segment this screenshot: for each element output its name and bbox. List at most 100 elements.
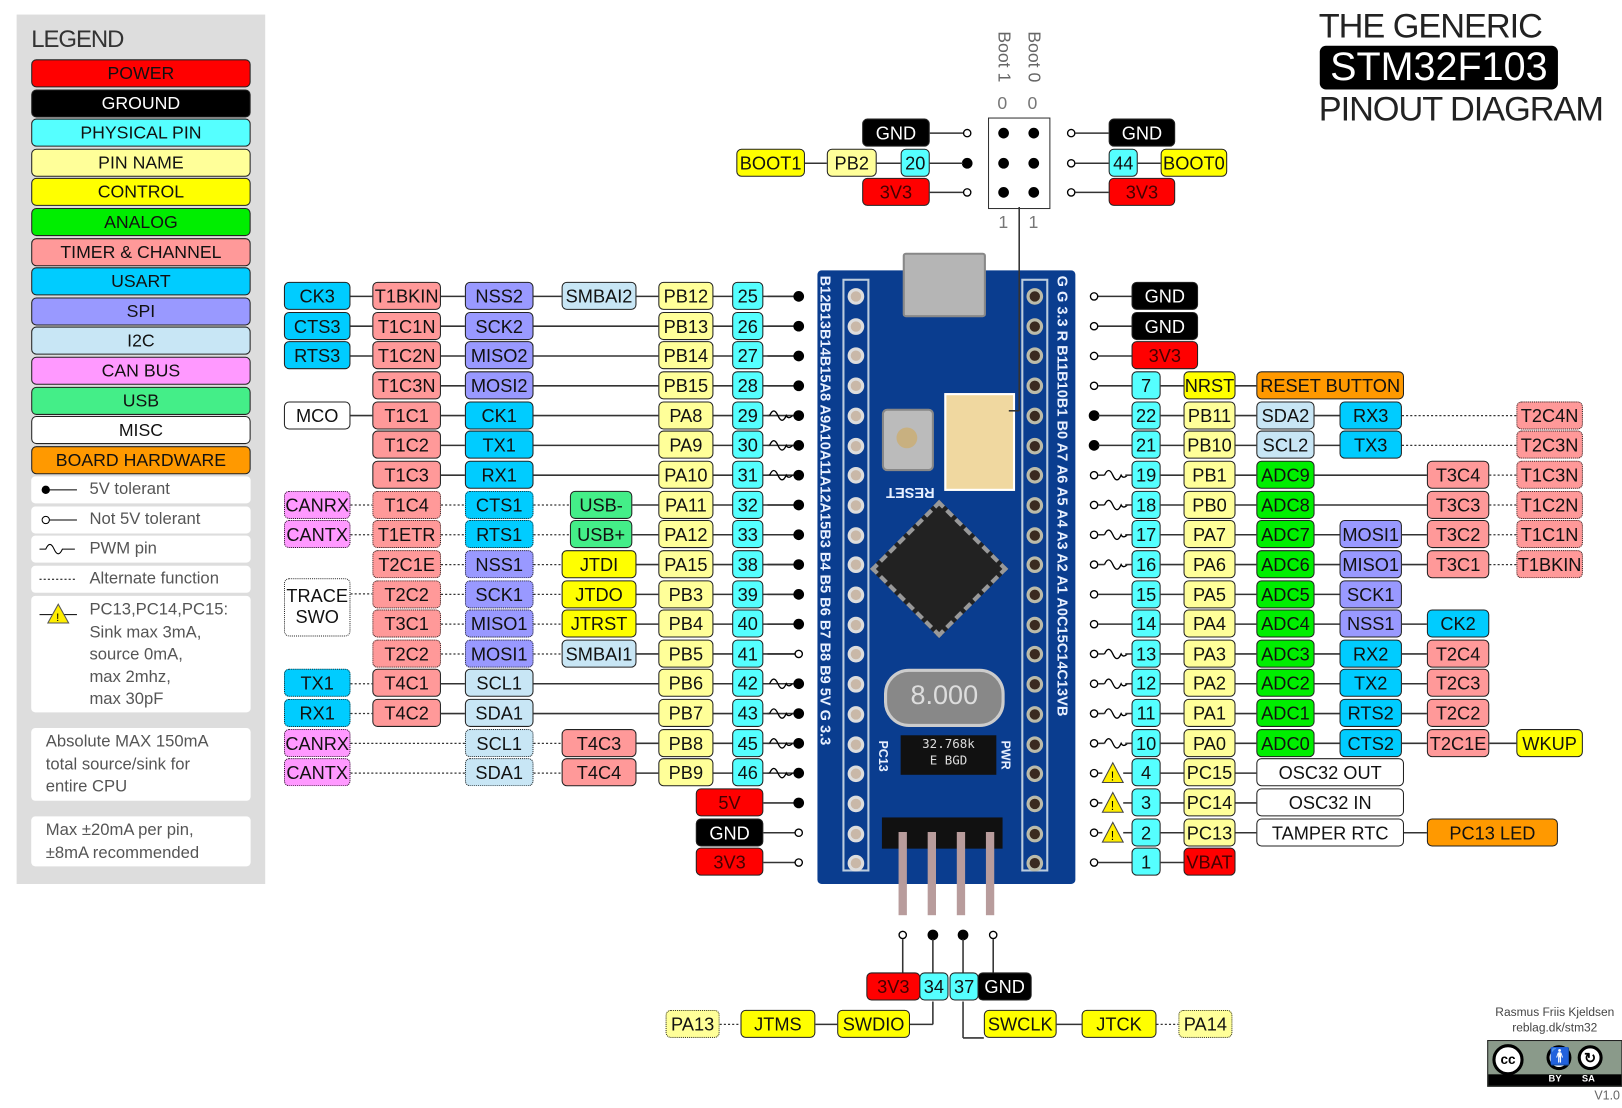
physical-pin-label: 14 (1131, 609, 1161, 638)
pwm-wave-icon (1103, 738, 1128, 749)
five-volt-tolerant-dot-icon (927, 929, 939, 941)
not-five-volt-tolerant-dot-icon (898, 930, 908, 940)
pin-name-label: PA0 (1183, 728, 1236, 757)
function-label-usart: CTS3 (283, 311, 351, 340)
pin-name-label: PA9 (658, 430, 714, 459)
function-label-timer: T1C3N (372, 371, 441, 400)
physical-pin-label: 2 (1131, 818, 1161, 847)
pin-name-label: PA11 (658, 490, 714, 519)
function-label-timer: T1ETR (372, 520, 441, 549)
boot-header-label: BOOT1 (736, 148, 805, 177)
five-volt-tolerant-dot-icon (1028, 157, 1040, 169)
cc-license-badge: cc 🚹 ↻ BY SA (1487, 1040, 1622, 1087)
physical-pin-label: 43 (732, 698, 764, 728)
pin-name-label: PC13 (1183, 818, 1236, 847)
by-label: BY (1548, 1073, 1562, 1084)
pin-name-label: PB12 (658, 281, 714, 310)
function-label-usart: CK1 (464, 401, 534, 430)
pin-name-label: PB14 (658, 341, 714, 370)
warning-exclamation-icon: ! (1111, 829, 1114, 843)
function-label-usb: USB+ (569, 520, 633, 549)
pin-name-label: PA1 (1183, 698, 1236, 728)
cc-bar: BY SA (1488, 1073, 1622, 1086)
pin-name-label: PB8 (658, 728, 714, 757)
physical-pin-label: 41 (732, 639, 764, 668)
function-label-analog: ADC0 (1256, 728, 1315, 757)
not-five-volt-tolerant-dot-icon (794, 858, 804, 867)
function-label-analog: ADC8 (1256, 490, 1315, 519)
five-volt-tolerant-dot-icon (793, 291, 805, 302)
five-volt-tolerant-dot-icon (1028, 127, 1040, 139)
function-label-usart: CTS2 (1339, 728, 1402, 757)
not-five-volt-tolerant-dot-icon (1089, 351, 1099, 361)
five-volt-tolerant-dot-icon (793, 797, 805, 809)
not-five-volt-tolerant-dot-icon (1089, 381, 1099, 391)
function-label-timer: T1C1 (372, 401, 441, 430)
physical-pin-label: 18 (1131, 490, 1161, 519)
not-five-volt-tolerant-dot-icon (1089, 470, 1099, 480)
function-label-timer: T2C2 (1426, 698, 1490, 728)
swd-chain-label: PA13 (665, 1009, 720, 1038)
function-label-analog: ADC4 (1256, 609, 1315, 638)
function-label-timer: T3C1 (372, 609, 441, 638)
not-five-volt-tolerant-dot-icon (1089, 709, 1099, 718)
function-label-usart: RX1 (283, 698, 351, 728)
boot-header-label: 3V3 (862, 177, 930, 206)
pwm-wave-icon (1103, 529, 1128, 541)
pin-name-label: PA4 (1183, 609, 1236, 638)
function-label-timer: T2C4 (1426, 639, 1490, 668)
function-label-usart: TX2 (1339, 669, 1402, 698)
five-volt-tolerant-dot-icon (957, 929, 969, 941)
five-volt-tolerant-dot-icon (998, 157, 1009, 169)
physical-pin-label: 4 (1131, 758, 1161, 787)
not-five-volt-tolerant-dot-icon (1089, 828, 1099, 838)
swd-chain-label: JTMS (740, 1009, 816, 1038)
function-label-analog: ADC7 (1256, 520, 1315, 549)
function-label-timer: T2C1E (372, 549, 441, 579)
function-label-spi: NSS1 (464, 549, 534, 579)
physical-pin-label: 38 (732, 549, 764, 579)
pin-name-label: VBAT (1183, 847, 1236, 877)
swd-header-label: GND (977, 972, 1032, 1001)
swd-header-label: 37 (949, 972, 979, 1001)
author-url[interactable]: reblag.dk/stm32 (1487, 1022, 1622, 1034)
not-five-volt-tolerant-dot-icon (1089, 619, 1099, 629)
not-five-volt-tolerant-dot-icon (1066, 158, 1076, 168)
not-five-volt-tolerant-dot-icon (1089, 649, 1099, 659)
boot-header-label: PB2 (826, 148, 877, 177)
boot-header-label: GND (862, 118, 930, 147)
pin-name-label: PA5 (1183, 579, 1236, 608)
five-volt-tolerant-dot-icon (1028, 187, 1040, 198)
pwm-wave-icon (1103, 678, 1128, 690)
five-volt-tolerant-dot-icon (793, 737, 805, 749)
function-label-spi: MOSI1 (464, 639, 534, 668)
five-volt-tolerant-dot-icon (793, 618, 805, 630)
function-label-can: CANTX (283, 520, 351, 549)
five-volt-tolerant-dot-icon (793, 559, 805, 570)
function-label-usart: RX3 (1339, 401, 1402, 430)
function-label-spi: SCK1 (464, 579, 534, 608)
left-power-label: 3V3 (695, 847, 764, 877)
function-label-timer: T1C1N (1516, 520, 1583, 549)
function-label-i2c: SCL1 (464, 669, 534, 698)
physical-pin-label: 27 (732, 341, 764, 370)
pwm-wave-icon (1103, 648, 1128, 660)
physical-pin-label: 25 (732, 281, 764, 310)
function-label-usart: RX2 (1339, 639, 1402, 668)
physical-pin-label: 7 (1131, 371, 1161, 400)
five-volt-tolerant-dot-icon (793, 320, 805, 332)
function-label-timer: T2C3 (1426, 669, 1490, 698)
function-label-control: JTRST (561, 609, 637, 638)
function-label-usart: RTS3 (283, 341, 351, 370)
not-five-volt-tolerant-dot-icon (1066, 188, 1076, 197)
function-label-usart: TX1 (283, 669, 351, 698)
warning-exclamation-icon: ! (1111, 769, 1114, 783)
left-power-label: GND (695, 818, 764, 847)
function-label-board: RESET BUTTON (1256, 371, 1404, 400)
not-five-volt-tolerant-dot-icon (794, 649, 804, 659)
not-five-volt-tolerant-dot-icon (962, 128, 972, 138)
five-volt-tolerant-dot-icon (793, 589, 805, 600)
five-volt-tolerant-dot-icon (998, 127, 1009, 139)
function-label-usart: CK3 (283, 281, 351, 310)
physical-pin-label: 11 (1131, 698, 1161, 728)
